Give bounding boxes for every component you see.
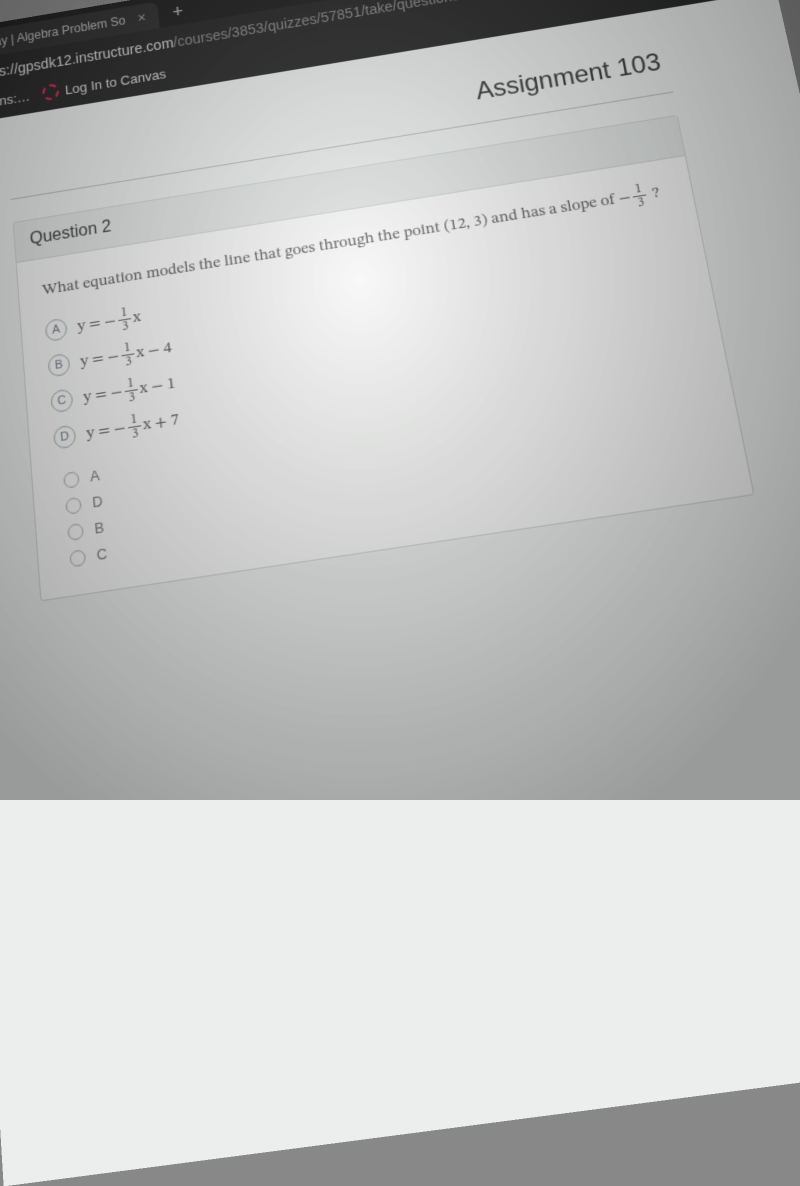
- denominator: 3: [118, 318, 132, 334]
- radio-icon: [67, 522, 84, 540]
- page-content: ▲ Assignment 103 Question 2 What equatio…: [0, 0, 800, 1186]
- prompt-text: and has a slope of: [490, 191, 620, 227]
- denominator: 3: [121, 353, 135, 369]
- fraction: 13: [120, 340, 135, 369]
- prompt-point: (12, 3): [443, 212, 489, 235]
- option-letter: B: [47, 353, 70, 378]
- fraction: 13: [127, 412, 143, 442]
- radio-icon: [63, 470, 80, 488]
- option-equation: y = −13x: [76, 304, 142, 341]
- answer-letter: B: [94, 519, 105, 538]
- answer-letter: C: [96, 545, 108, 564]
- numerator: 1: [120, 306, 128, 320]
- prompt-tail: ?: [651, 185, 661, 202]
- minus-sign: −: [617, 190, 632, 208]
- option-equation: y = −13x − 1: [82, 370, 176, 411]
- answer-letter: D: [92, 492, 104, 511]
- new-tab-button[interactable]: +: [163, 0, 192, 24]
- numerator: 1: [130, 413, 138, 427]
- denominator: 3: [128, 425, 142, 441]
- bookmark-lessons[interactable]: d Lessons:…: [0, 88, 31, 115]
- bookmark-label: d Lessons:…: [0, 88, 31, 115]
- denominator: 3: [633, 194, 649, 210]
- answer-letter: A: [89, 467, 100, 485]
- fraction: 13: [631, 182, 649, 210]
- canvas-icon: [42, 83, 60, 101]
- radio-icon: [69, 549, 86, 567]
- numerator: 1: [123, 341, 131, 355]
- option-equation: y = −13x − 4: [79, 335, 173, 376]
- numerator: 1: [634, 182, 643, 196]
- radio-icon: [65, 496, 82, 514]
- option-letter: C: [50, 388, 73, 413]
- question-card: Question 2 What equation models the line…: [13, 115, 755, 602]
- numerator: 1: [127, 377, 135, 391]
- option-letter: D: [53, 424, 77, 449]
- option-equation: y = −13x + 7: [85, 406, 180, 448]
- fraction: 13: [117, 305, 132, 334]
- close-icon[interactable]: ×: [137, 9, 147, 26]
- option-letter: A: [45, 318, 68, 343]
- denominator: 3: [125, 389, 139, 405]
- fraction: 13: [123, 376, 139, 405]
